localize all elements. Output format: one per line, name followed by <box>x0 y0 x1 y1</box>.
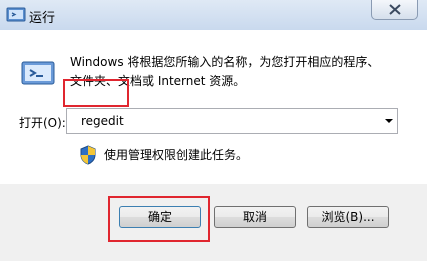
open-combobox[interactable]: regedit <box>66 108 398 134</box>
close-button[interactable] <box>371 0 418 20</box>
run-app-icon <box>6 7 26 22</box>
close-icon <box>389 4 401 15</box>
open-label: 打开(O): <box>19 116 66 130</box>
browse-button[interactable]: 浏览(B)... <box>307 206 389 228</box>
description-line-1: Windows 将根据您所输入的名称，为您打开相应的程序、 <box>70 55 380 69</box>
highlight-box-input <box>63 79 129 107</box>
window-title: 运行 <box>29 11 56 26</box>
cancel-button[interactable]: 取消 <box>214 206 296 228</box>
chevron-down-icon[interactable] <box>385 119 393 123</box>
run-icon <box>21 61 55 85</box>
highlight-box-ok <box>108 196 210 242</box>
uac-shield-icon <box>80 145 96 165</box>
title-bar[interactable]: 运行 <box>0 0 427 30</box>
admin-note: 使用管理权限创建此任务。 <box>104 148 249 162</box>
open-input[interactable]: regedit <box>81 114 124 128</box>
dialog-body: Windows 将根据您所输入的名称，为您打开相应的程序、 文件夹、文档或 In… <box>8 30 419 184</box>
